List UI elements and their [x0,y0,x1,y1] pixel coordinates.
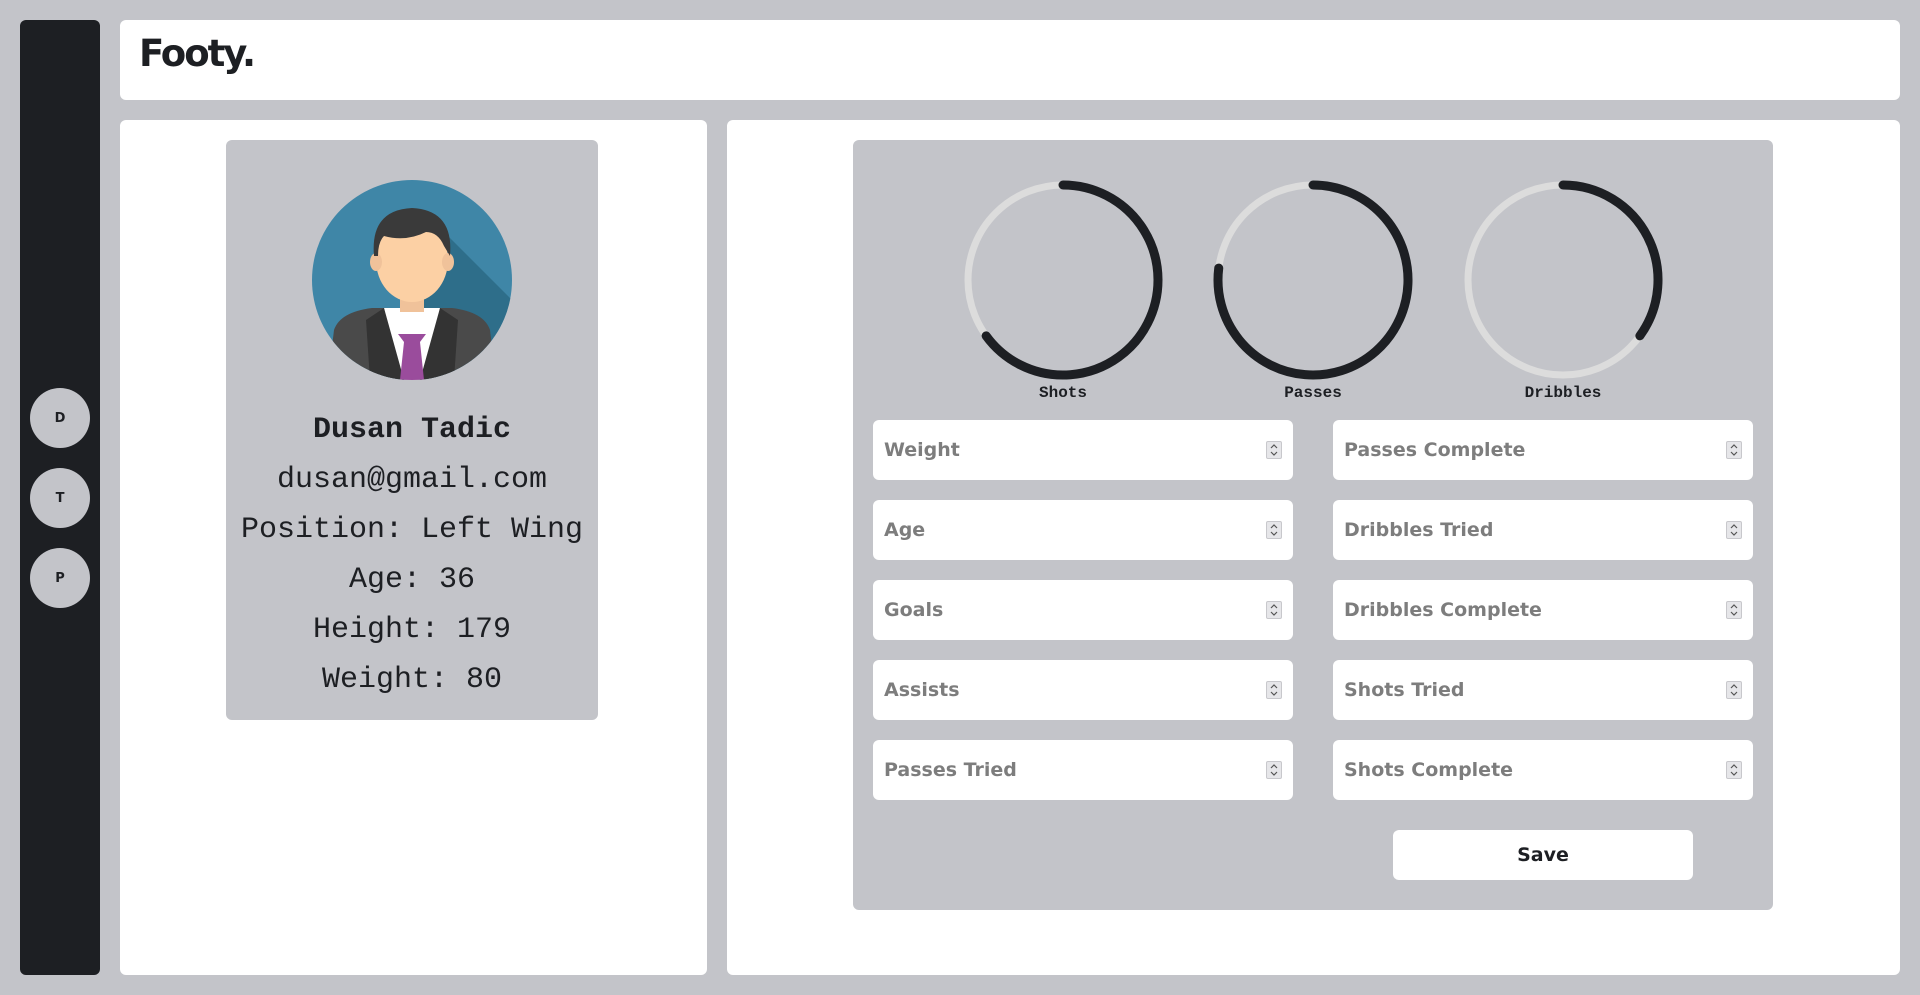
updown-spinner-icon[interactable] [1726,601,1742,619]
save-button[interactable]: Save [1393,830,1693,880]
header: Footy. [120,20,1900,100]
dribbles-progress-ring [1464,180,1663,379]
shots-ring-label: Shots [1038,384,1087,402]
nav-label: P [55,570,65,586]
nav-button-d[interactable]: D [30,388,90,448]
avatar [312,180,512,380]
shots-complete-input[interactable] [1333,740,1753,800]
shots-tried-input[interactable] [1333,660,1753,720]
player-age: Age: 36 [348,563,476,597]
updown-spinner-icon[interactable] [1726,761,1742,779]
assists-field-wrap [873,660,1293,720]
nav-label: T [55,490,65,506]
passes-ring-label: Passes [1284,384,1342,402]
app-logo: Footy. [139,32,256,75]
goals-input[interactable] [873,580,1293,640]
passes-tried-input[interactable] [873,740,1293,800]
shots-complete-field-wrap [1333,740,1753,800]
player-position: Position: Left Wing [240,513,584,547]
dribbles-complete-input[interactable] [1333,580,1753,640]
profile-panel: Dusan Tadic dusan@gmail.com Position: Le… [120,120,707,975]
assists-input[interactable] [873,660,1293,720]
updown-spinner-icon[interactable] [1266,521,1282,539]
player-height: Height: 179 [312,613,512,647]
stats-card: Shots Passes Dribbles Weight Age Goals A… [853,140,1773,910]
dribbles-complete-field-wrap [1333,580,1753,640]
player-name: Dusan Tadic [312,413,512,447]
updown-spinner-icon[interactable] [1726,441,1742,459]
updown-spinner-icon[interactable] [1266,441,1282,459]
shots-tried-field-wrap [1333,660,1753,720]
passes-tried-field-wrap [873,740,1293,800]
updown-spinner-icon[interactable] [1266,761,1282,779]
passes-complete-input[interactable] [1333,420,1753,480]
updown-spinner-icon[interactable] [1266,681,1282,699]
passes-complete-field-wrap [1333,420,1753,480]
nav-button-t[interactable]: T [30,468,90,528]
shots-progress-ring [964,180,1163,380]
profile-card: Dusan Tadic dusan@gmail.com Position: Le… [226,140,598,720]
player-weight: Weight: 80 [321,663,503,697]
nav-button-p[interactable]: P [30,548,90,608]
stats-panel: Shots Passes Dribbles Weight Age Goals A… [727,120,1900,975]
passes-progress-ring [1213,180,1413,380]
updown-spinner-icon[interactable] [1726,681,1742,699]
dribbles-tried-field-wrap [1333,500,1753,560]
sidebar: D T P [20,20,100,975]
weight-input[interactable] [873,420,1293,480]
nav-label: D [54,410,66,426]
dribbles-tried-input[interactable] [1333,500,1753,560]
age-field-wrap [873,500,1293,560]
updown-spinner-icon[interactable] [1266,601,1282,619]
age-input[interactable] [873,500,1293,560]
weight-field-wrap [873,420,1293,480]
updown-spinner-icon[interactable] [1726,521,1742,539]
dribbles-ring-label: Dribbles [1524,384,1602,402]
player-email: dusan@gmail.com [276,463,548,497]
goals-field-wrap [873,580,1293,640]
